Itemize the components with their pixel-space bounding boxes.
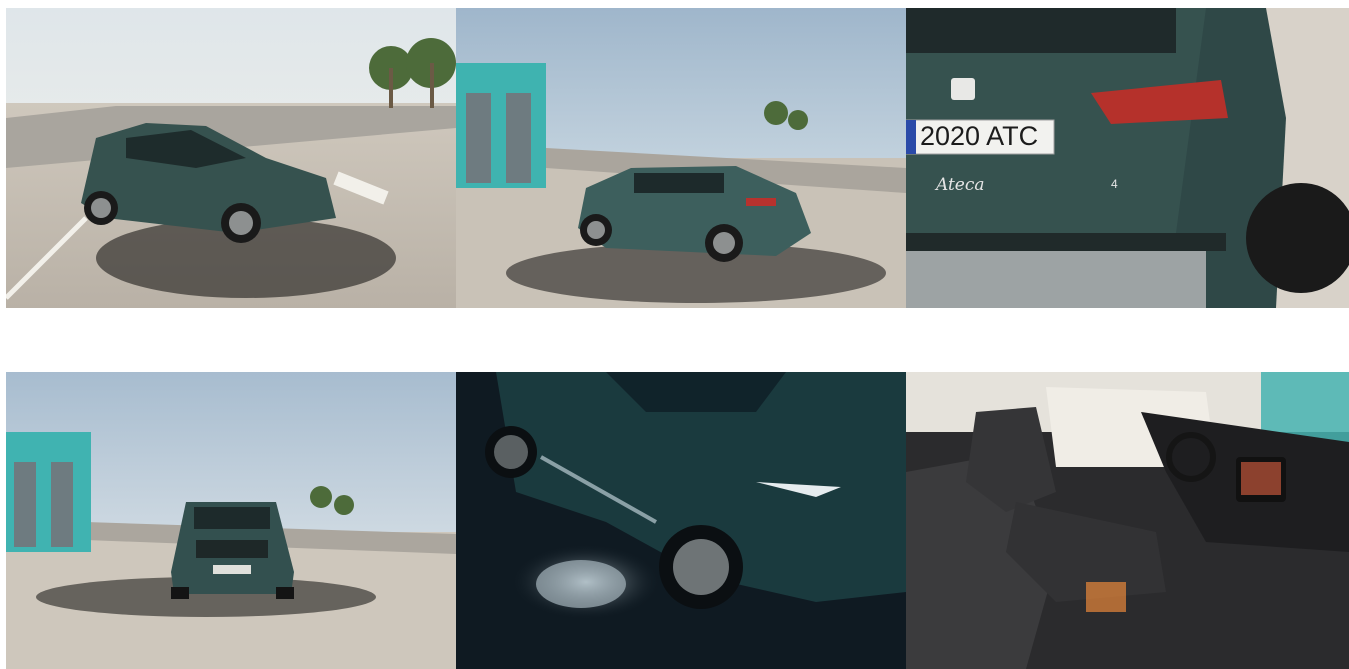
trim-badge-text: 4 xyxy=(1111,177,1118,191)
model-badge-text: Ateca xyxy=(934,175,985,195)
photo-gallery: 2020 ATC Ateca 4 xyxy=(6,8,1349,669)
gallery-photo-5[interactable] xyxy=(456,372,906,669)
photo-3-image: 2020 ATC Ateca 4 xyxy=(906,8,1349,308)
gallery-photo-1[interactable] xyxy=(6,8,456,308)
gallery-photo-6[interactable] xyxy=(906,372,1349,669)
photo-2-image xyxy=(456,8,906,308)
photo-5-image xyxy=(456,372,906,669)
gallery-photo-4[interactable] xyxy=(6,372,456,669)
gallery-photo-3[interactable]: 2020 ATC Ateca 4 xyxy=(906,8,1349,308)
photo-6-image xyxy=(906,372,1349,669)
photo-4-image xyxy=(6,372,456,669)
photo-1-image xyxy=(6,8,456,308)
license-plate-text: 2020 ATC xyxy=(920,121,1038,151)
gallery-photo-2[interactable] xyxy=(456,8,906,308)
